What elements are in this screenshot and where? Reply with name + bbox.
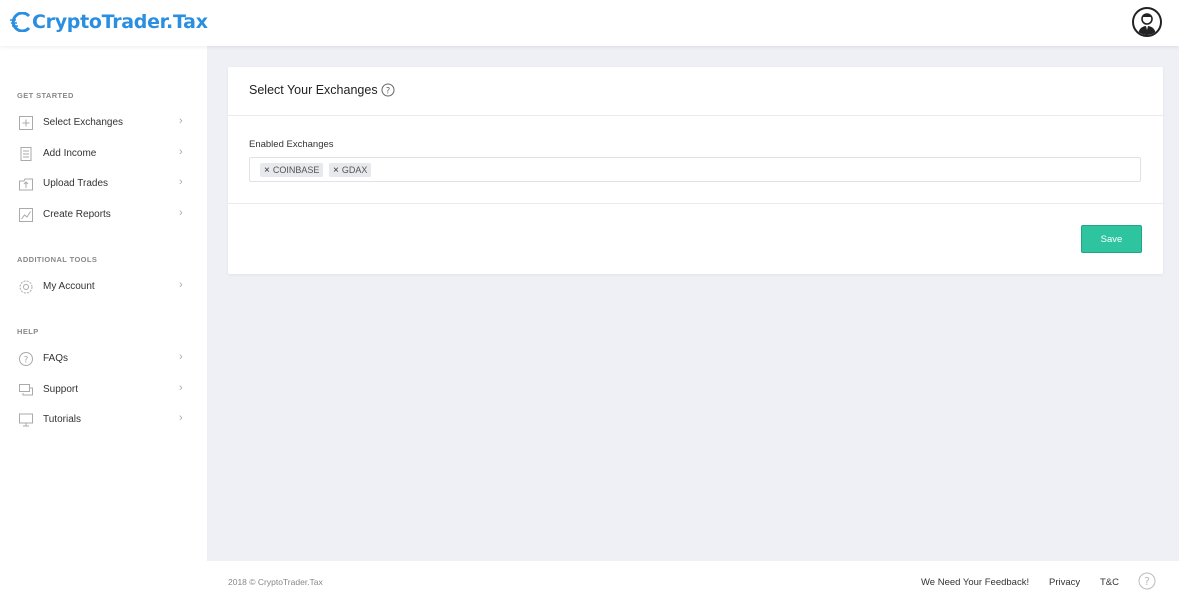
sidebar-item-tutorials[interactable]: Tutorials › [0, 408, 207, 432]
section-title-help: HELP [17, 327, 39, 336]
save-button[interactable]: Save [1081, 225, 1142, 253]
sidebar-item-label: My Account [43, 281, 95, 292]
remove-tag-icon[interactable]: × [333, 165, 339, 176]
chevron-right-icon: › [179, 412, 183, 424]
help-circle-icon[interactable]: ? [381, 83, 395, 97]
plus-square-icon [19, 116, 33, 130]
sidebar-item-upload-trades[interactable]: Upload Trades › [0, 172, 207, 196]
tag-gdax: × GDAX [329, 163, 372, 177]
sidebar-item-support[interactable]: Support › [0, 378, 207, 402]
feedback-link[interactable]: We Need Your Feedback! [921, 577, 1029, 588]
section-title-additional-tools: ADDITIONAL TOOLS [17, 255, 98, 264]
user-icon [1138, 13, 1156, 35]
logo[interactable]: CryptoTrader.Tax [10, 8, 208, 36]
tag-label: GDAX [341, 165, 368, 175]
monitor-icon [19, 413, 33, 427]
chevron-right-icon: › [179, 115, 183, 127]
tag-label: COINBASE [272, 165, 320, 175]
sidebar-item-label: Tutorials [43, 414, 81, 425]
chevron-right-icon: › [179, 351, 183, 363]
svg-text:?: ? [24, 356, 29, 366]
privacy-link[interactable]: Privacy [1049, 577, 1080, 588]
chevron-right-icon: › [179, 176, 183, 188]
sidebar-item-select-exchanges[interactable]: Select Exchanges › [0, 111, 207, 135]
logo-text: CryptoTrader.Tax [32, 11, 208, 33]
remove-tag-icon[interactable]: × [264, 165, 270, 176]
help-circle-icon[interactable]: ? [1138, 572, 1156, 590]
exchanges-tag-input[interactable]: × COINBASE × GDAX [249, 157, 1141, 182]
upload-icon [19, 178, 33, 191]
question-icon: ? [19, 352, 33, 366]
sidebar-item-label: Add Income [43, 148, 97, 159]
sidebar-item-label: FAQs [43, 353, 69, 364]
top-bar: CryptoTrader.Tax [0, 0, 1179, 46]
page-title: Select Your Exchanges [249, 83, 378, 97]
svg-text:?: ? [386, 86, 391, 96]
chevron-right-icon: › [179, 382, 183, 394]
sidebar-item-label: Upload Trades [43, 178, 109, 189]
chevron-right-icon: › [179, 207, 183, 219]
chart-icon [19, 208, 33, 222]
svg-text:?: ? [1144, 575, 1150, 588]
sidebar-item-my-account[interactable]: My Account › [0, 275, 207, 299]
chat-icon [19, 384, 33, 396]
sidebar: GET STARTED Select Exchanges › Add Incom… [0, 46, 207, 600]
select-exchanges-card: Select Your Exchanges ? Enabled Exchange… [228, 67, 1163, 274]
sidebar-item-faqs[interactable]: ? FAQs › [0, 347, 207, 371]
divider [228, 203, 1163, 204]
sidebar-item-create-reports[interactable]: Create Reports › [0, 203, 207, 227]
footer: 2018 © CryptoTrader.Tax We Need Your Fee… [207, 561, 1179, 600]
user-avatar[interactable] [1132, 7, 1162, 37]
sidebar-item-label: Support [43, 384, 79, 395]
chevron-right-icon: › [179, 146, 183, 158]
sidebar-item-add-income[interactable]: Add Income › [0, 142, 207, 166]
copyright-text: 2018 © CryptoTrader.Tax [228, 577, 323, 587]
tag-coinbase: × COINBASE [260, 163, 324, 177]
section-title-get-started: GET STARTED [17, 91, 74, 100]
terms-link[interactable]: T&C [1100, 577, 1119, 588]
logo-icon [10, 12, 31, 32]
enabled-exchanges-label: Enabled Exchanges [249, 139, 334, 150]
gear-icon [19, 280, 33, 294]
coins-icon [20, 147, 32, 161]
sidebar-item-label: Select Exchanges [43, 117, 124, 128]
divider [228, 115, 1163, 116]
chevron-right-icon: › [179, 279, 183, 291]
sidebar-item-label: Create Reports [43, 209, 111, 220]
